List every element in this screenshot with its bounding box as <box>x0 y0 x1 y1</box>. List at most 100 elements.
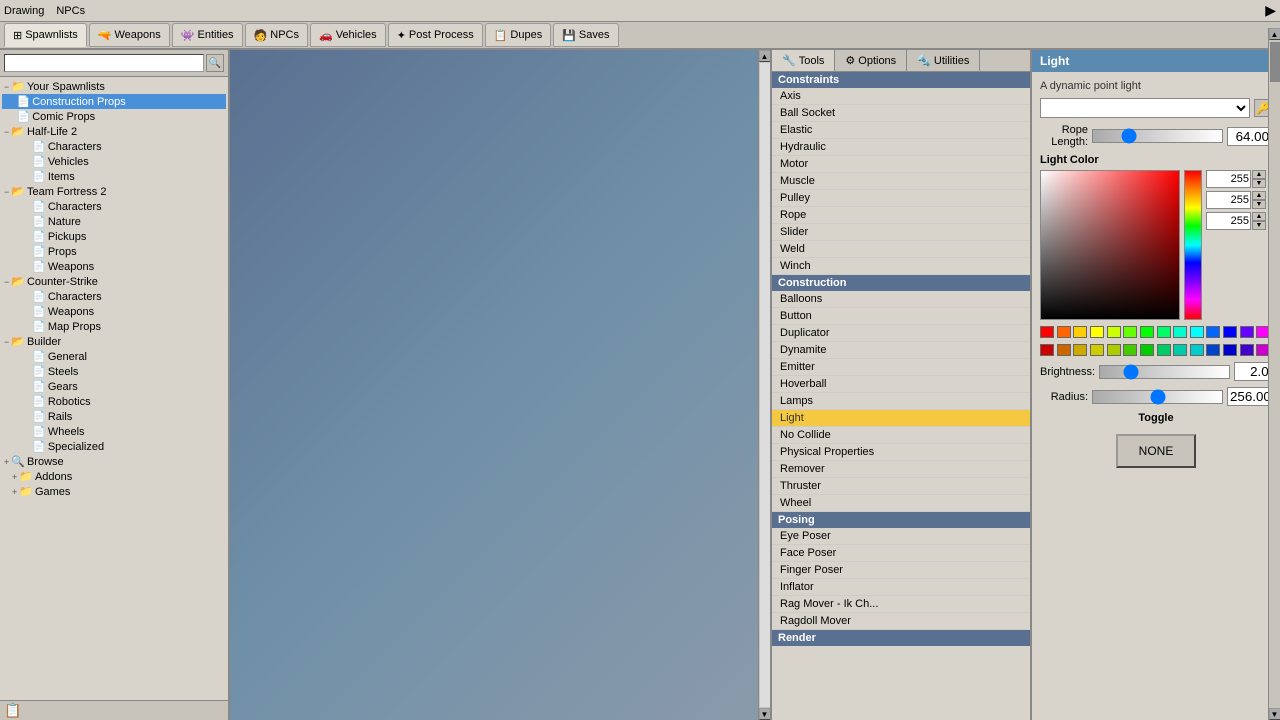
tree-item-builder-steels[interactable]: 📄 Steels <box>2 364 226 379</box>
tab-tools[interactable]: 🔧 Tools <box>772 50 835 71</box>
constraint-slider[interactable]: Slider <box>772 224 1030 241</box>
tree-item-tf2-props[interactable]: 📄 Props <box>2 244 226 259</box>
tab-npcs[interactable]: 🧑 NPCs <box>245 23 308 47</box>
constraint-hydraulic[interactable]: Hydraulic <box>772 139 1030 156</box>
posing-rag-mover[interactable]: Rag Mover - Ik Ch... <box>772 596 1030 613</box>
construction-physical-properties[interactable]: Physical Properties <box>772 444 1030 461</box>
color-gradient-area[interactable] <box>1040 170 1180 320</box>
expand-games[interactable]: + <box>12 487 17 497</box>
tab-saves[interactable]: 💾 Saves <box>553 23 618 47</box>
tree-item-tf2[interactable]: − 📂 Team Fortress 2 <box>2 184 226 199</box>
construction-wheel[interactable]: Wheel <box>772 495 1030 512</box>
window-controls[interactable]: ▶ <box>1265 2 1276 19</box>
tree-item-spawnlists[interactable]: − 📁 Your Spawnlists <box>2 79 226 94</box>
color-swatch[interactable] <box>1107 344 1121 356</box>
color-swatch[interactable] <box>1173 326 1187 338</box>
constraint-ball-socket[interactable]: Ball Socket <box>772 105 1030 122</box>
b-down[interactable]: ▼ <box>1252 221 1266 230</box>
b-input[interactable] <box>1206 212 1251 230</box>
color-swatch[interactable] <box>1107 326 1121 338</box>
construction-dynamite[interactable]: Dynamite <box>772 342 1030 359</box>
color-swatch[interactable] <box>1206 326 1220 338</box>
tab-weapons[interactable]: 🔫 Weapons <box>89 23 170 47</box>
construction-duplicator[interactable]: Duplicator <box>772 325 1030 342</box>
color-swatch[interactable] <box>1057 326 1071 338</box>
tab-utilities[interactable]: 🔩 Utilities <box>907 50 980 71</box>
tree-item-hl2-vehicles[interactable]: 📄 Vehicles <box>2 154 226 169</box>
tree-item-builder-specialized[interactable]: 📄 Specialized <box>2 439 226 454</box>
construction-no-collide[interactable]: No Collide <box>772 427 1030 444</box>
expand-tf2[interactable]: − <box>4 187 9 197</box>
tree-item-tf2-nature[interactable]: 📄 Nature <box>2 214 226 229</box>
rope-length-slider[interactable] <box>1092 129 1223 143</box>
g-input[interactable] <box>1206 191 1251 209</box>
constraint-pulley[interactable]: Pulley <box>772 190 1030 207</box>
tree-item-hl2[interactable]: − 📂 Half-Life 2 <box>2 124 226 139</box>
color-swatch[interactable] <box>1206 344 1220 356</box>
tree-item-comic-props[interactable]: 📄 Comic Props <box>2 109 226 124</box>
expand-builder[interactable]: − <box>4 337 9 347</box>
none-button[interactable]: NONE <box>1116 434 1196 468</box>
color-swatch[interactable] <box>1223 326 1237 338</box>
tree-item-builder-gears[interactable]: 📄 Gears <box>2 379 226 394</box>
tab-dupes[interactable]: 📋 Dupes <box>485 23 552 47</box>
brightness-slider[interactable] <box>1099 365 1230 379</box>
rope-length-value[interactable] <box>1227 127 1272 146</box>
expand-addons[interactable]: + <box>12 472 17 482</box>
posing-inflator[interactable]: Inflator <box>772 579 1030 596</box>
search-button[interactable]: 🔍 <box>206 54 224 72</box>
scroll-down[interactable]: ▼ <box>759 708 771 720</box>
color-swatch[interactable] <box>1140 326 1154 338</box>
expand-spawnlists[interactable]: − <box>4 82 9 92</box>
tab-postprocess[interactable]: ✦ Post Process <box>388 23 483 47</box>
color-swatch[interactable] <box>1157 344 1171 356</box>
expand-browse[interactable]: + <box>4 457 9 467</box>
tab-vehicles[interactable]: 🚗 Vehicles <box>310 23 386 47</box>
posing-finger[interactable]: Finger Poser <box>772 562 1030 579</box>
tree-item-builder-robotics[interactable]: 📄 Robotics <box>2 394 226 409</box>
color-swatch[interactable] <box>1073 344 1087 356</box>
g-up[interactable]: ▲ <box>1252 191 1266 200</box>
construction-remover[interactable]: Remover <box>772 461 1030 478</box>
constraint-motor[interactable]: Motor <box>772 156 1030 173</box>
color-swatch[interactable] <box>1123 344 1137 356</box>
tree-item-builder-general[interactable]: 📄 General <box>2 349 226 364</box>
tree-item-cs-characters[interactable]: 📄 Characters <box>2 289 226 304</box>
radius-value[interactable] <box>1227 387 1272 406</box>
tab-spawnlists[interactable]: ⊞ Spawnlists <box>4 23 87 47</box>
construction-lamps[interactable]: Lamps <box>772 393 1030 410</box>
menu-drawing[interactable]: Drawing <box>4 5 44 17</box>
color-swatch[interactable] <box>1040 326 1054 338</box>
tree-item-games[interactable]: + 📁 Games <box>2 484 226 499</box>
search-input[interactable] <box>4 54 204 72</box>
r-down[interactable]: ▼ <box>1252 179 1266 188</box>
tab-options[interactable]: ⚙ Options <box>835 50 907 71</box>
color-gradient[interactable] <box>1040 170 1180 320</box>
color-swatch[interactable] <box>1073 326 1087 338</box>
color-swatch[interactable] <box>1157 326 1171 338</box>
constraint-winch[interactable]: Winch <box>772 258 1030 275</box>
color-swatch[interactable] <box>1123 326 1137 338</box>
tree-item-builder[interactable]: − 📂 Builder <box>2 334 226 349</box>
r-input[interactable] <box>1206 170 1251 188</box>
color-swatch[interactable] <box>1240 344 1254 356</box>
g-down[interactable]: ▼ <box>1252 200 1266 209</box>
construction-hoverball[interactable]: Hoverball <box>772 376 1030 393</box>
color-swatch[interactable] <box>1057 344 1071 356</box>
constraint-elastic[interactable]: Elastic <box>772 122 1030 139</box>
tree-item-cs[interactable]: − 📂 Counter-Strike <box>2 274 226 289</box>
construction-light[interactable]: Light <box>772 410 1030 427</box>
construction-emitter[interactable]: Emitter <box>772 359 1030 376</box>
constraint-rope[interactable]: Rope <box>772 207 1030 224</box>
constraint-weld[interactable]: Weld <box>772 241 1030 258</box>
constraint-axis[interactable]: Axis <box>772 88 1030 105</box>
construction-button[interactable]: Button <box>772 308 1030 325</box>
scroll-up[interactable]: ▲ <box>759 50 771 62</box>
color-swatch[interactable] <box>1190 326 1204 338</box>
sidebar-action-icon[interactable]: 📋 <box>4 702 21 719</box>
color-swatch[interactable] <box>1223 344 1237 356</box>
hue-slider[interactable] <box>1184 170 1202 320</box>
posing-face[interactable]: Face Poser <box>772 545 1030 562</box>
tree-item-cs-weapons[interactable]: 📄 Weapons <box>2 304 226 319</box>
tree-item-builder-wheels[interactable]: 📄 Wheels <box>2 424 226 439</box>
